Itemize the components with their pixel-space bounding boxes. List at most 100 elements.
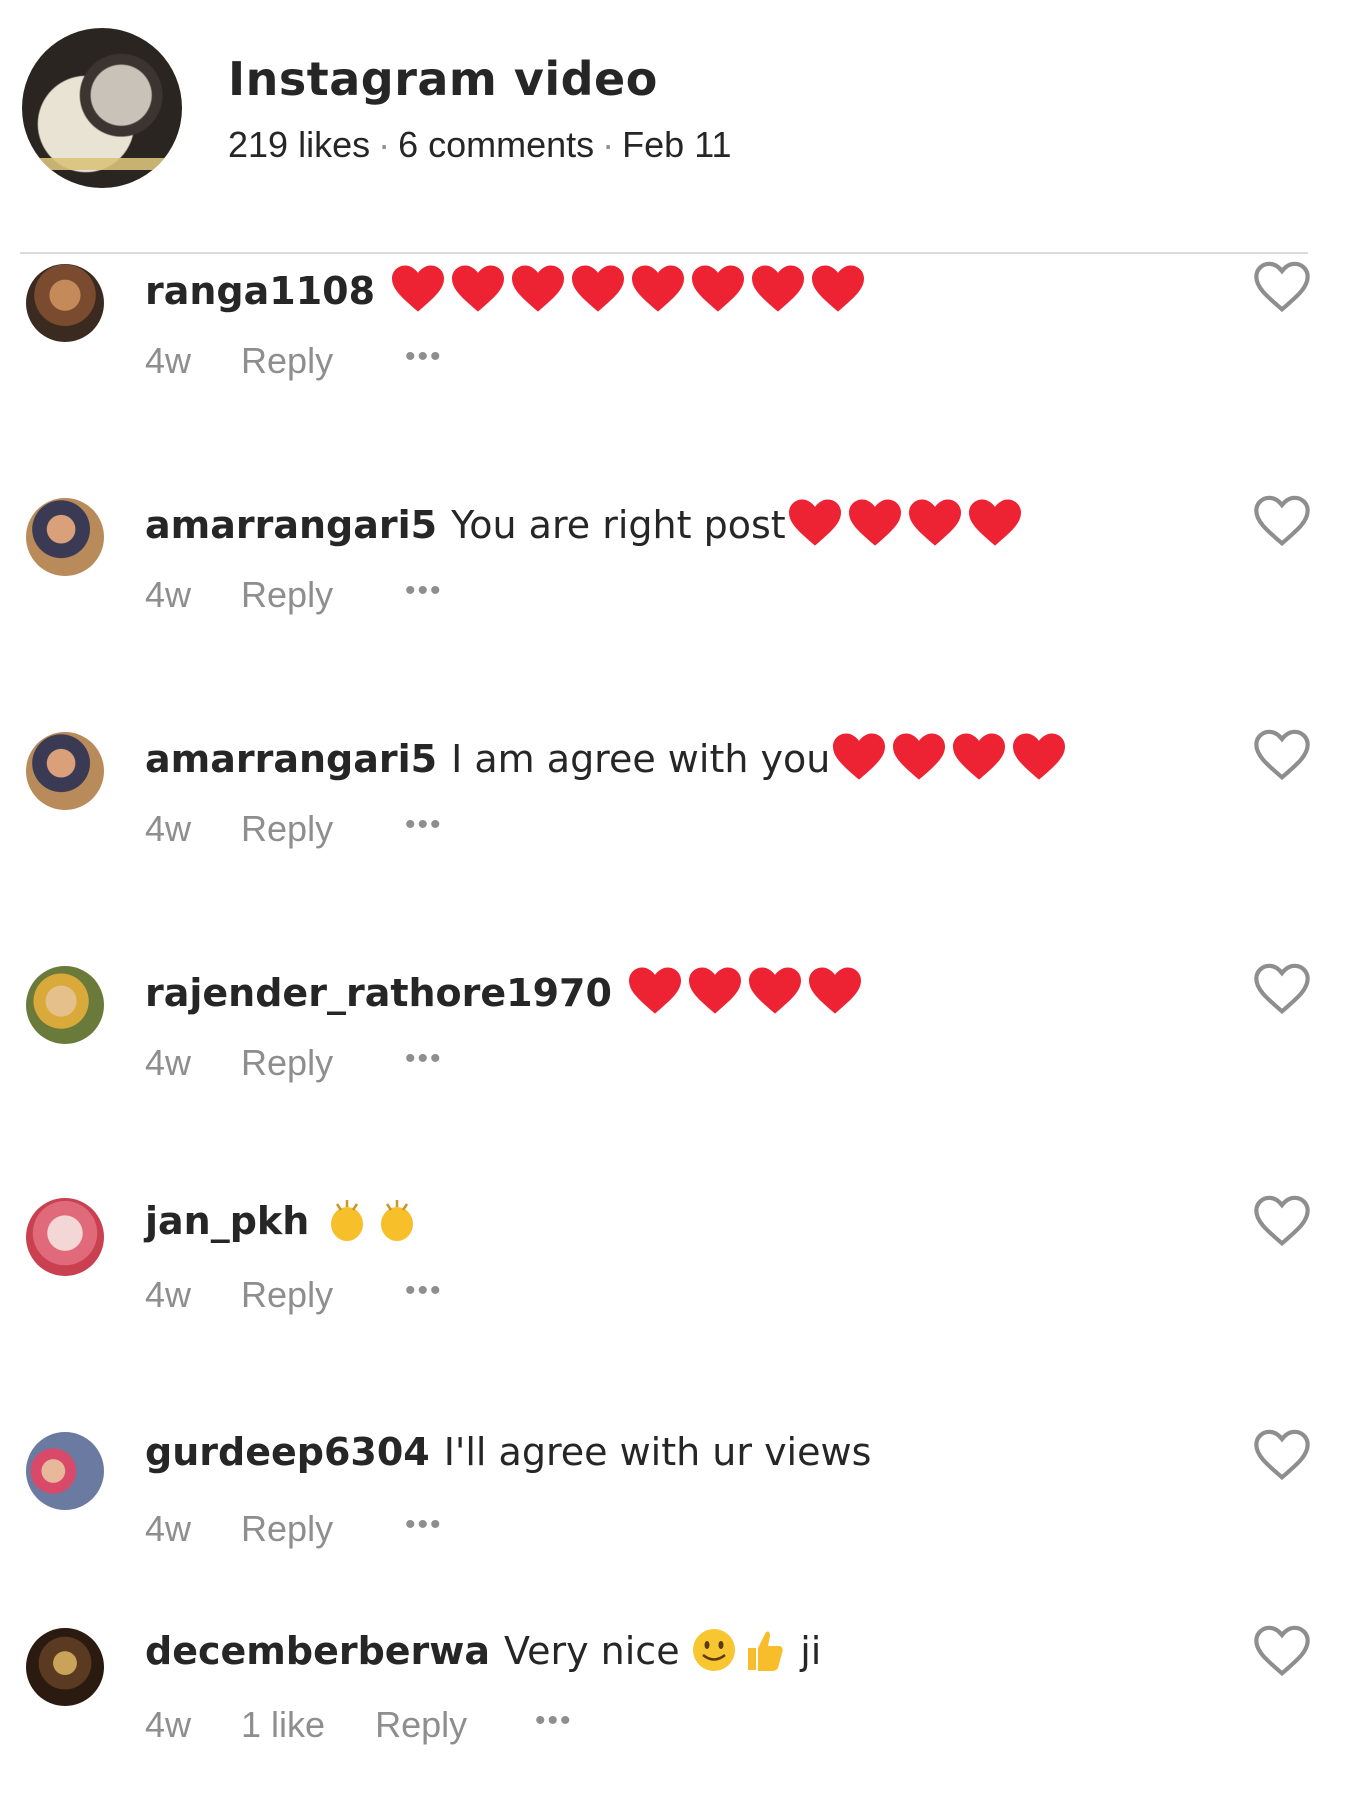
heart-outline-icon xyxy=(1254,495,1310,547)
comment-body: decemberberwa Very nice ji xyxy=(145,1626,821,1674)
comment-body: rajender_rathore1970 xyxy=(145,964,864,1016)
reply-button[interactable]: Reply xyxy=(241,1508,333,1549)
heart-outline-icon xyxy=(1254,729,1310,781)
post-likes[interactable]: 219 likes xyxy=(228,124,370,165)
comment-meta: 4w Reply ••• xyxy=(145,574,441,616)
reply-button[interactable]: Reply xyxy=(375,1704,467,1745)
comment-body: amarrangari5 You are right post xyxy=(145,496,1024,548)
comment-item: decemberberwa Very nice ji 4w 1 like Reply ••… xyxy=(0,1620,1358,1800)
comment-age[interactable]: 4w xyxy=(145,1274,191,1315)
comment-meta: 4w Reply ••• xyxy=(145,1508,441,1550)
comment-username[interactable]: decemberberwa xyxy=(145,1629,490,1673)
comment-emoji-group xyxy=(626,964,864,1016)
post-author-avatar[interactable] xyxy=(22,28,182,188)
comment-meta: 4w Reply ••• xyxy=(145,808,441,850)
post-title[interactable]: Instagram video xyxy=(228,52,658,106)
comment-item: amarrangari5 You are right post 4w Reply ••• xyxy=(0,490,1358,670)
separator: · xyxy=(602,124,615,165)
comment-age[interactable]: 4w xyxy=(145,1704,191,1745)
comment-username[interactable]: gurdeep6304 xyxy=(145,1430,430,1474)
post-header: Instagram video 219 likes · 6 comments · Feb… xyxy=(22,28,1302,188)
comment-meta: 4w Reply ••• xyxy=(145,1274,441,1316)
commenter-avatar[interactable] xyxy=(26,732,104,810)
comment-like-count[interactable]: 1 like xyxy=(241,1704,325,1745)
comment-text: You are right post xyxy=(451,503,786,547)
red-heart-emoji-icon xyxy=(833,733,886,780)
more-options-icon[interactable]: ••• xyxy=(405,1042,443,1076)
reply-button[interactable]: Reply xyxy=(241,340,333,381)
comment-meta: 4w Reply ••• xyxy=(145,1042,441,1084)
comment-username[interactable]: amarrangari5 xyxy=(145,737,437,781)
comment-username[interactable]: rajender_rathore1970 xyxy=(145,971,612,1015)
like-comment-button[interactable] xyxy=(1254,1428,1310,1481)
commenter-avatar[interactable] xyxy=(26,1198,104,1276)
smiling-face-emoji-icon xyxy=(693,1629,736,1671)
like-comment-button[interactable] xyxy=(1254,728,1310,781)
reply-button[interactable]: Reply xyxy=(241,1274,333,1315)
reply-button[interactable]: Reply xyxy=(241,574,333,615)
comment-age[interactable]: 4w xyxy=(145,340,191,381)
comment-emoji-group xyxy=(830,730,1068,782)
post-comments-count[interactable]: 6 comments xyxy=(398,124,594,165)
comment-item: gurdeep6304 I'll agree with ur views 4w Rep… xyxy=(0,1424,1358,1604)
commenter-avatar[interactable] xyxy=(26,498,104,576)
comment-username[interactable]: jan_pkh xyxy=(145,1199,309,1243)
more-options-icon[interactable]: ••• xyxy=(405,1508,443,1542)
commenter-avatar[interactable] xyxy=(26,966,104,1044)
red-heart-emoji-icon xyxy=(953,733,1006,780)
red-heart-emoji-icon xyxy=(968,499,1021,546)
like-comment-button[interactable] xyxy=(1254,494,1310,547)
like-comment-button[interactable] xyxy=(1254,1194,1310,1247)
like-comment-button[interactable] xyxy=(1254,962,1310,1015)
comment-age[interactable]: 4w xyxy=(145,574,191,615)
reply-button[interactable]: Reply xyxy=(241,1042,333,1083)
comment-meta: 4w Reply ••• xyxy=(145,340,441,382)
comment-username[interactable]: amarrangari5 xyxy=(145,503,437,547)
comment-emoji-group xyxy=(786,496,1024,548)
comment-body: ranga1108 xyxy=(145,262,867,314)
red-heart-emoji-icon xyxy=(392,265,445,312)
comment-text: I'll agree with ur views xyxy=(443,1430,872,1474)
like-comment-button[interactable] xyxy=(1254,260,1310,313)
comment-item: jan_pkh 4w Reply ••• xyxy=(0,1190,1358,1370)
red-heart-emoji-icon xyxy=(812,265,865,312)
comment-age[interactable]: 4w xyxy=(145,808,191,849)
reply-button[interactable]: Reply xyxy=(241,808,333,849)
comment-item: ranga1108 4w Reply ••• xyxy=(0,256,1358,436)
commenter-avatar[interactable] xyxy=(26,1432,104,1510)
more-options-icon[interactable]: ••• xyxy=(405,340,443,374)
red-heart-emoji-icon xyxy=(688,967,741,1014)
clapping-hands-emoji-icon xyxy=(331,1200,364,1241)
comment-emoji-group xyxy=(389,262,867,314)
comment-age[interactable]: 4w xyxy=(145,1508,191,1549)
red-heart-emoji-icon xyxy=(908,499,961,546)
comment-text-suffix: ji xyxy=(788,1629,822,1673)
commenter-avatar[interactable] xyxy=(26,264,104,342)
comment-age[interactable]: 4w xyxy=(145,1042,191,1083)
comment-body: amarrangari5 I am agree with you xyxy=(145,730,1068,782)
red-heart-emoji-icon xyxy=(1013,733,1066,780)
more-options-icon[interactable]: ••• xyxy=(405,1274,443,1308)
comment-username[interactable]: ranga1108 xyxy=(145,269,375,313)
like-comment-button[interactable] xyxy=(1254,1624,1310,1677)
separator: · xyxy=(378,124,391,165)
red-heart-emoji-icon xyxy=(628,967,681,1014)
comment-meta: 4w 1 like Reply ••• xyxy=(145,1704,571,1746)
clapping-hands-emoji-icon xyxy=(381,1200,414,1241)
comment-item: rajender_rathore1970 4w Reply ••• xyxy=(0,958,1358,1138)
comment-text: I am agree with you xyxy=(451,737,831,781)
more-options-icon[interactable]: ••• xyxy=(535,1704,573,1738)
more-options-icon[interactable]: ••• xyxy=(405,808,443,842)
comment-text: Very nice xyxy=(504,1629,680,1673)
more-options-icon[interactable]: ••• xyxy=(405,574,443,608)
comment-body: jan_pkh xyxy=(145,1196,421,1244)
thumbs-up-emoji-icon xyxy=(748,1631,783,1671)
red-heart-emoji-icon xyxy=(572,265,625,312)
red-heart-emoji-icon xyxy=(512,265,565,312)
red-heart-emoji-icon xyxy=(632,265,685,312)
comment-item: amarrangari5 I am agree with you 4w Reply ••… xyxy=(0,724,1358,904)
red-heart-emoji-icon xyxy=(808,967,861,1014)
red-heart-emoji-icon xyxy=(452,265,505,312)
commenter-avatar[interactable] xyxy=(26,1628,104,1706)
comment-emoji-group xyxy=(690,1626,788,1674)
